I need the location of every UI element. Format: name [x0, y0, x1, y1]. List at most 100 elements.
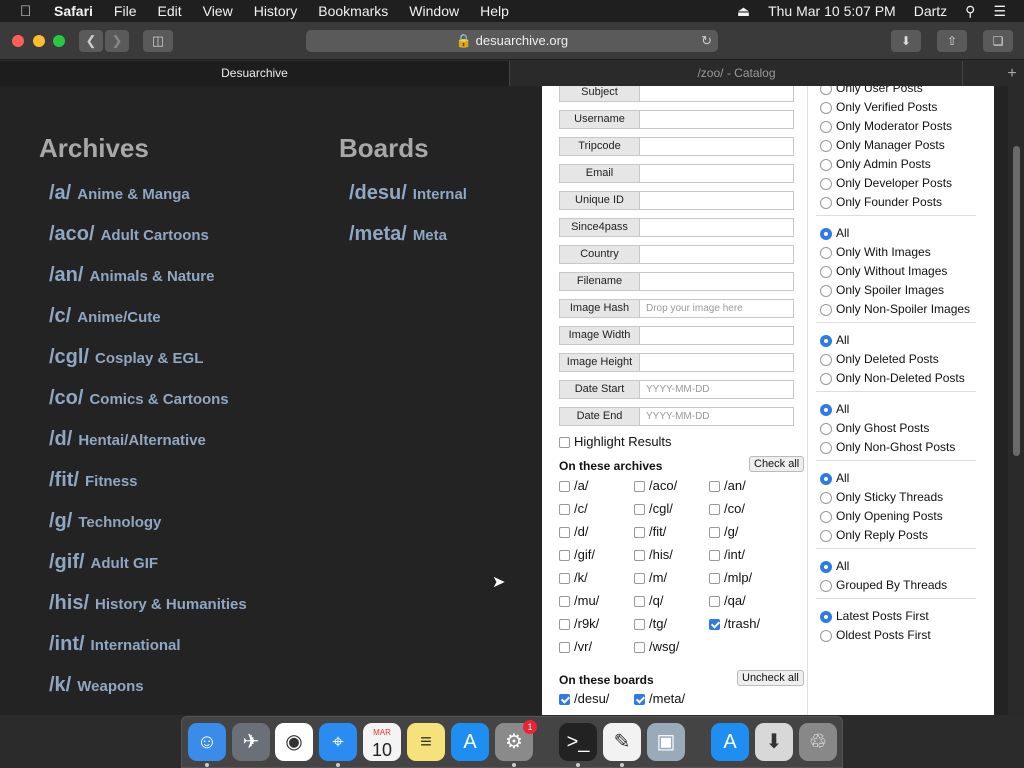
filter-radio-option[interactable]: Only Without Images: [820, 264, 947, 278]
filter-radio-option[interactable]: Only Manager Posts: [820, 138, 945, 152]
spotlight-search-icon[interactable]: ⚲: [965, 3, 975, 20]
radio-button[interactable]: [820, 334, 832, 347]
search-field-input[interactable]: [640, 137, 794, 156]
eject-icon[interactable]: ⏏: [737, 3, 750, 20]
app-store-folder-icon[interactable]: A: [711, 723, 749, 761]
sidebar-toggle-icon[interactable]: ◫: [143, 30, 173, 52]
search-field-input[interactable]: YYYY-MM-DD: [640, 380, 794, 399]
reload-icon[interactable]: ↻: [701, 30, 712, 52]
show-all-tabs-button[interactable]: ❏: [983, 30, 1013, 52]
checkbox-box[interactable]: [559, 573, 570, 585]
board-checkbox[interactable]: /meta/: [634, 691, 685, 706]
archive-link[interactable]: /c/Anime/Cute: [49, 305, 161, 328]
archive-link[interactable]: /int/International: [49, 633, 181, 656]
archive-link[interactable]: /co/Comics & Cartoons: [49, 387, 229, 410]
menu-bookmarks[interactable]: Bookmarks: [318, 3, 388, 19]
archive-checkbox[interactable]: /tg/: [634, 616, 667, 631]
menubar-user[interactable]: Dartz: [914, 3, 947, 19]
radio-button[interactable]: [820, 101, 832, 114]
zoom-window-button[interactable]: [53, 35, 65, 47]
checkbox-box[interactable]: [559, 694, 570, 706]
chrome-icon[interactable]: ◉: [275, 723, 313, 761]
radio-button[interactable]: [820, 491, 832, 504]
search-field-input[interactable]: [640, 245, 794, 264]
archive-link[interactable]: /an/Animals & Nature: [49, 264, 215, 287]
filter-radio-option[interactable]: Latest Posts First: [820, 609, 929, 623]
check-all-button[interactable]: Check all: [749, 456, 805, 472]
filter-radio-option[interactable]: Only Spoiler Images: [820, 283, 944, 297]
scrollbar-thumb[interactable]: [1013, 146, 1020, 456]
archive-checkbox[interactable]: /aco/: [634, 478, 677, 493]
checkbox-box[interactable]: [559, 596, 570, 608]
filter-radio-option[interactable]: Only Developer Posts: [820, 176, 952, 190]
filter-radio-option[interactable]: Only User Posts: [820, 86, 923, 95]
checkbox-box[interactable]: [559, 527, 570, 539]
checkbox-box[interactable]: [634, 642, 645, 654]
launchpad-icon[interactable]: ✈: [232, 723, 270, 761]
board-checkbox[interactable]: /desu/: [559, 691, 609, 706]
trash-icon[interactable]: ♲: [799, 723, 837, 761]
archive-checkbox[interactable]: /his/: [634, 547, 673, 562]
filter-radio-option[interactable]: All: [820, 471, 849, 485]
archive-checkbox[interactable]: /k/: [559, 570, 588, 585]
filter-radio-option[interactable]: Only Verified Posts: [820, 100, 937, 114]
archive-checkbox[interactable]: /qa/: [709, 593, 746, 608]
checkbox-box[interactable]: [559, 550, 570, 562]
archive-checkbox[interactable]: /cgl/: [634, 501, 673, 516]
archive-checkbox[interactable]: /d/: [559, 524, 588, 539]
address-bar[interactable]: 🔒 desuarchive.org ↻: [306, 30, 718, 52]
checkbox-box[interactable]: [709, 481, 720, 493]
archive-checkbox[interactable]: /trash/: [709, 616, 760, 631]
menu-app-safari[interactable]: Safari: [54, 3, 93, 19]
filter-radio-option[interactable]: Only Non-Spoiler Images: [820, 302, 970, 316]
board-link[interactable]: /desu/Internal: [349, 182, 467, 205]
radio-button[interactable]: [820, 472, 832, 485]
uncheck-all-button[interactable]: Uncheck all: [737, 670, 804, 686]
radio-button[interactable]: [820, 629, 832, 642]
search-field-input[interactable]: [640, 353, 794, 372]
archive-checkbox[interactable]: /m/: [634, 570, 667, 585]
archive-link[interactable]: /fit/Fitness: [49, 469, 138, 492]
radio-button[interactable]: [820, 196, 832, 209]
archive-link[interactable]: /d/Hentai/Alternative: [49, 428, 206, 451]
filter-radio-option[interactable]: Only Deleted Posts: [820, 352, 939, 366]
filter-radio-option[interactable]: Oldest Posts First: [820, 628, 931, 642]
tab-zoo-catalog[interactable]: /zoo/ - Catalog: [511, 61, 963, 86]
archive-checkbox[interactable]: /fit/: [634, 524, 666, 539]
checkbox-box[interactable]: [634, 596, 645, 608]
search-field-input[interactable]: [640, 191, 794, 210]
filter-radio-option[interactable]: Only With Images: [820, 245, 931, 259]
archive-checkbox[interactable]: /an/: [709, 478, 746, 493]
radio-button[interactable]: [820, 284, 832, 297]
checkbox-box[interactable]: [709, 573, 720, 585]
radio-button[interactable]: [820, 441, 832, 454]
textedit-icon[interactable]: ✎: [603, 723, 641, 761]
radio-button[interactable]: [820, 120, 832, 133]
search-field-input[interactable]: Drop your image here: [640, 299, 794, 318]
new-tab-button[interactable]: +: [1000, 61, 1024, 86]
checkbox-box[interactable]: [634, 573, 645, 585]
checkbox-box[interactable]: [634, 694, 645, 706]
filter-radio-option[interactable]: Only Admin Posts: [820, 157, 931, 171]
archive-link[interactable]: /g/Technology: [49, 510, 161, 533]
archive-checkbox[interactable]: /c/: [559, 501, 588, 516]
radio-button[interactable]: [820, 372, 832, 385]
checkbox-box[interactable]: [634, 550, 645, 562]
radio-button[interactable]: [820, 86, 832, 95]
checkbox-box[interactable]: [709, 596, 720, 608]
checkbox-box[interactable]: [709, 504, 720, 516]
checkbox-box[interactable]: [634, 527, 645, 539]
calendar-icon[interactable]: MAR 10: [363, 723, 401, 761]
checkbox-box[interactable]: [559, 619, 570, 631]
finder-icon[interactable]: ☺: [188, 723, 226, 761]
menu-edit[interactable]: Edit: [157, 3, 181, 19]
checkbox-box[interactable]: [559, 481, 570, 493]
archive-checkbox[interactable]: /co/: [709, 501, 745, 516]
checkbox-box[interactable]: [709, 527, 720, 539]
checkbox-box[interactable]: [634, 504, 645, 516]
menu-window[interactable]: Window: [409, 3, 459, 19]
downloads-button[interactable]: ⬇: [891, 30, 921, 52]
filter-radio-option[interactable]: Only Ghost Posts: [820, 421, 929, 435]
search-field-input[interactable]: [640, 326, 794, 345]
radio-button[interactable]: [820, 529, 832, 542]
